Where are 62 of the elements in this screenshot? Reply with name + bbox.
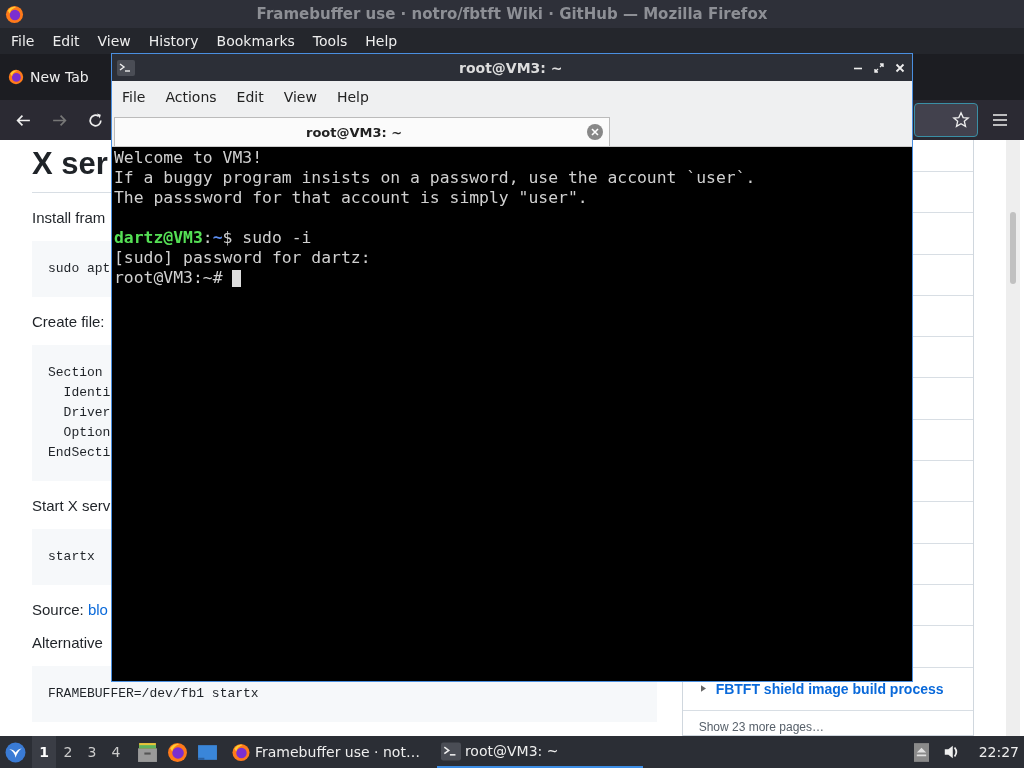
code-line: Identi — [62, 384, 111, 402]
terminal-line: dartz@VM3:~$ sudo -i — [114, 228, 312, 248]
tab-label: root@VM3: ~ — [306, 124, 403, 140]
menu-item[interactable]: History — [139, 33, 208, 49]
expand-icon[interactable] — [700, 685, 706, 693]
paragraph: Alternative — [32, 634, 104, 651]
source-link[interactable]: blo — [87, 601, 108, 618]
reload-icon[interactable] — [87, 111, 104, 129]
code-line: Option — [62, 424, 111, 442]
code-line: EndSecti — [48, 444, 111, 462]
address-field[interactable] — [914, 103, 978, 137]
file-cabinet-icon[interactable] — [137, 741, 158, 763]
code-line: FRAMEBUFFER=/dev/fb1 startx — [48, 685, 259, 703]
firefox-icon — [8, 69, 24, 85]
menu-item[interactable]: Bookmarks — [207, 33, 304, 49]
paragraph: Install fram — [32, 209, 107, 226]
maximize-icon[interactable] — [874, 62, 884, 73]
firefox-icon — [5, 4, 24, 24]
menu-item[interactable]: Help — [356, 33, 407, 49]
bird-logo-icon[interactable] — [5, 741, 26, 763]
terminal-line: [sudo] password for dartz: — [114, 248, 371, 268]
menu-item[interactable]: Tools — [303, 33, 357, 49]
clock: 22:27 — [978, 744, 1019, 760]
menu-item[interactable]: Edit — [43, 33, 89, 49]
menu-item[interactable]: Edit — [228, 89, 272, 105]
show-more-link[interactable]: Show 23 more pages… — [682, 710, 825, 734]
workspace-button[interactable]: 2 — [56, 736, 80, 768]
workspace-button[interactable]: 4 — [104, 736, 128, 768]
menu-item[interactable]: File — [2, 33, 44, 49]
eject-icon[interactable] — [913, 742, 929, 762]
scrollbar-thumb[interactable] — [1010, 212, 1017, 284]
code-line: sudo apt — [48, 260, 111, 278]
paragraph: Start X serv — [32, 497, 112, 514]
menu-item[interactable]: View — [88, 33, 140, 49]
terminal-line: root@VM3:~# — [114, 268, 224, 288]
star-icon[interactable] — [952, 111, 970, 129]
page-link[interactable]: FBTFT shield image build process — [715, 680, 944, 697]
firefox-icon — [167, 741, 188, 763]
menu-item[interactable]: File — [114, 89, 154, 105]
window-title: Framebuffer use · notro/fbtft Wiki · GitHub — Mozilla Firefox — [256, 5, 769, 23]
terminal-icon — [440, 741, 461, 761]
firefox-icon — [231, 742, 251, 762]
menu-item[interactable]: Help — [328, 89, 377, 105]
close-icon[interactable] — [895, 62, 905, 73]
menu-item[interactable]: View — [275, 89, 325, 105]
paragraph: Create file: — [32, 313, 106, 330]
code-line: Driver — [62, 404, 111, 422]
taskbar-task[interactable]: Framebuffer use · not… — [227, 736, 428, 768]
workspace-button[interactable]: 1 — [32, 736, 56, 768]
workspace-button[interactable]: 3 — [80, 736, 104, 768]
terminal-line: Welcome to VM3! — [114, 148, 263, 168]
menu-item[interactable]: Actions — [157, 89, 225, 105]
source-label: Source: — [32, 601, 85, 618]
terminal-icon — [117, 59, 135, 76]
menu-icon[interactable] — [992, 113, 1008, 127]
code-line: Section — [48, 364, 103, 382]
code-line: startx — [48, 548, 95, 566]
taskbar-task[interactable]: root@VM3: ~ — [436, 736, 643, 768]
speaker-icon[interactable] — [942, 744, 959, 760]
terminal-tab[interactable]: root@VM3: ~ — [114, 117, 610, 146]
browser-tab[interactable]: New Tab — [0, 69, 97, 85]
window-title: root@VM3: ~ — [459, 59, 563, 76]
